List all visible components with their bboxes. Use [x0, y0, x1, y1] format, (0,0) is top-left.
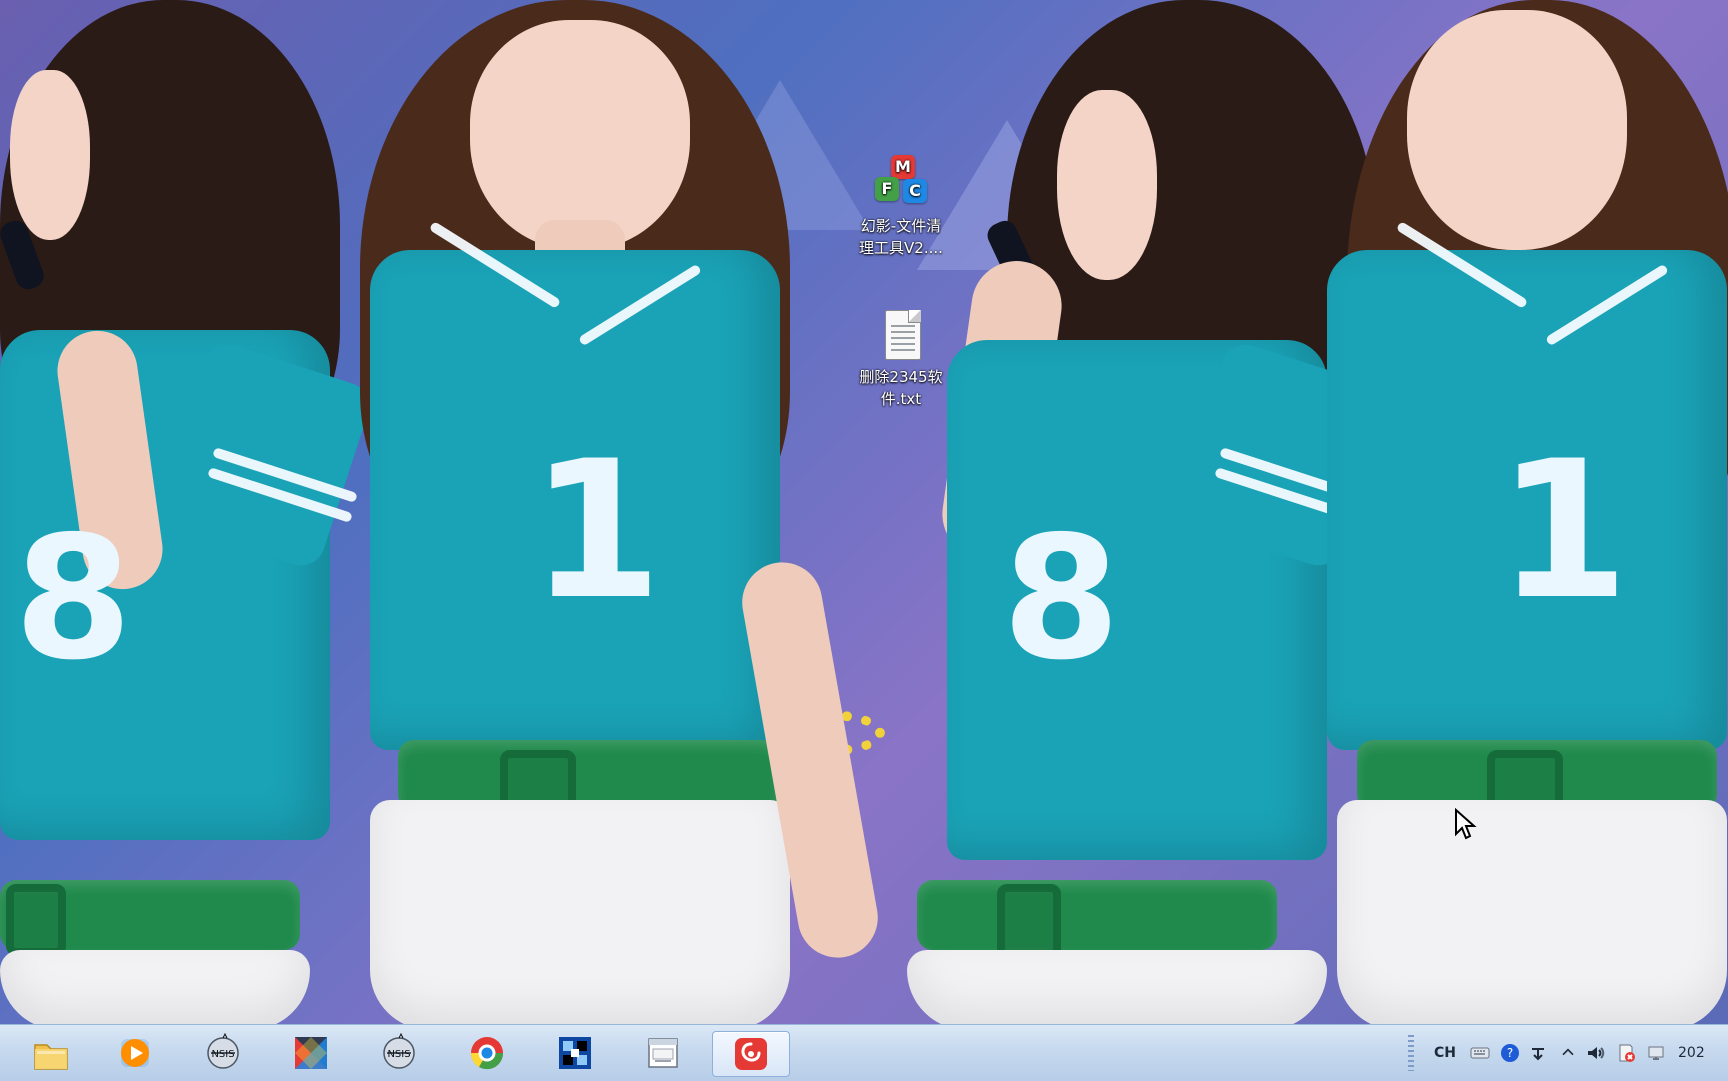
netease-music-icon: [735, 1038, 767, 1070]
media-player-icon: [121, 1039, 149, 1067]
keyboard-icon[interactable]: [1468, 1041, 1492, 1065]
help-icon[interactable]: ?: [1498, 1041, 1522, 1065]
wallpaper-belt: [917, 880, 1277, 950]
wallpaper-shirt-number: 1: [530, 420, 663, 641]
text-file-line: [891, 349, 915, 351]
wallpaper-shirt-number: 8: [1002, 500, 1121, 698]
wallpaper-shorts: [370, 800, 790, 1024]
desktop-icon-label-line1: 幻影-文件清: [860, 217, 942, 235]
svg-text:?: ?: [1507, 1046, 1513, 1060]
desktop-icon-mfc-cleaner[interactable]: M F C 幻影-文件清 理工具V2....: [846, 153, 956, 259]
taskbar-grip: [1408, 1035, 1414, 1071]
desktop-icon-label-line1: 删除2345软: [859, 368, 943, 386]
chevron-up-icon[interactable]: [1558, 1041, 1578, 1065]
wallpaper-shirt-number: 1: [1497, 420, 1630, 641]
wallpaper-face: [10, 70, 90, 240]
text-file-line: [891, 331, 915, 333]
taskbar: NSIS NSIS CH ? 202: [0, 1024, 1728, 1081]
window-app-icon: [648, 1038, 678, 1068]
wallpaper-shorts: [0, 950, 310, 1024]
network-icon[interactable]: [1644, 1041, 1668, 1065]
text-file-line: [891, 325, 915, 327]
action-center-alert-icon[interactable]: [1614, 1041, 1638, 1065]
svg-text:NSIS: NSIS: [387, 1049, 410, 1060]
text-file-sheet: [885, 310, 921, 360]
taskbar-button-triangle-app[interactable]: [276, 1031, 346, 1075]
wallpaper-shirt-number: 8: [14, 500, 133, 698]
desktop: 8 1 8 1 M F C 幻影-文件清 理工具V2.... 删除2345软 件…: [0, 0, 1728, 1024]
nsis-icon: NSIS: [207, 1032, 239, 1069]
taskbar-button-cube-app[interactable]: [540, 1031, 610, 1075]
wallpaper-face: [1407, 10, 1627, 250]
desktop-icon-delete-2345-txt[interactable]: 删除2345软 件.txt: [846, 304, 956, 410]
taskbar-button-media-player[interactable]: [100, 1031, 170, 1075]
mouse-cursor-icon: [1455, 808, 1477, 840]
text-file-line: [891, 343, 915, 345]
language-indicator[interactable]: CH: [1432, 1041, 1458, 1065]
taskbar-button-window-app[interactable]: [628, 1031, 698, 1075]
desktop-icon-label-line2: 理工具V2....: [859, 239, 943, 257]
wallpaper-shorts: [1337, 800, 1727, 1024]
svg-text:NSIS: NSIS: [211, 1049, 234, 1060]
wallpaper-face: [470, 20, 690, 250]
wallpaper-panel-right: 8 1: [887, 0, 1728, 1024]
ime-settings-icon[interactable]: [1526, 1041, 1550, 1065]
desktop-icon-label-line2: 件.txt: [880, 390, 922, 408]
system-tray: CH ? 202: [1408, 1025, 1728, 1081]
volume-icon[interactable]: [1584, 1041, 1608, 1065]
mfc-cubes-icon: M F C: [871, 153, 931, 213]
text-file-icon: [871, 304, 931, 364]
cube-c-icon: C: [903, 179, 927, 203]
cube-app-icon: [559, 1037, 591, 1069]
folder-icon: [34, 1044, 68, 1070]
triangle-app-icon: [295, 1037, 327, 1069]
wallpaper-shorts: [907, 950, 1327, 1024]
chrome-icon: [470, 1037, 504, 1070]
taskbar-button-file-explorer[interactable]: [16, 1031, 86, 1075]
nsis-icon: NSIS: [383, 1032, 415, 1069]
text-file-line: [891, 337, 915, 339]
cube-m-icon: M: [891, 155, 915, 179]
wallpaper-buckle: [997, 884, 1061, 960]
taskbar-button-nsis-2[interactable]: NSIS: [364, 1031, 434, 1075]
wallpaper-panel-left: 8 1: [0, 0, 887, 1024]
taskbar-button-netease-music[interactable]: [712, 1031, 790, 1077]
wallpaper-face: [1057, 90, 1157, 280]
clock[interactable]: 202: [1678, 1041, 1718, 1065]
wallpaper-buckle: [6, 884, 66, 956]
cube-f-icon: F: [875, 177, 899, 201]
taskbar-button-nsis-1[interactable]: NSIS: [188, 1031, 258, 1075]
taskbar-button-chrome[interactable]: [452, 1031, 522, 1075]
